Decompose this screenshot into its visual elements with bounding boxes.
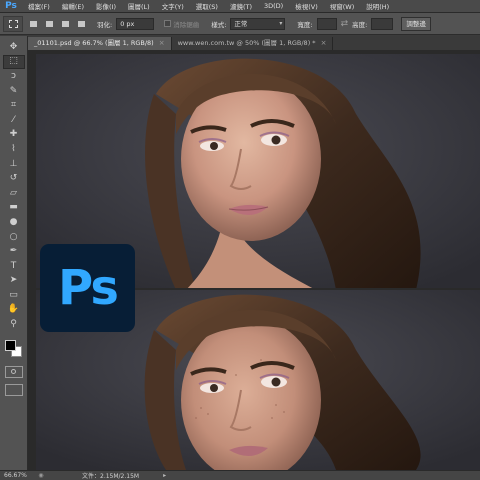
tab-document-1[interactable]: _01101.psd @ 66.7% (圖層 1, RGB/8) × [28,37,172,50]
menu-image[interactable]: 影像(I) [90,1,122,11]
new-selection-icon[interactable] [27,18,39,30]
antialias-checkbox[interactable]: 消除鋸齒 [164,19,199,29]
crop-icon[interactable]: ⌗ [3,98,25,113]
checkbox-icon [164,20,172,27]
menu-edit[interactable]: 編輯(E) [56,1,90,11]
menu-bar: Ps 檔案(F) 編輯(E) 影像(I) 圖層(L) 文字(Y) 選取(S) 濾… [0,0,480,13]
close-icon[interactable]: × [321,37,327,50]
move-icon[interactable]: ✥ [3,40,25,55]
menu-help[interactable]: 說明(H) [360,1,395,11]
tool-preset-picker[interactable] [3,15,23,32]
width-label: 寬度: [297,20,313,29]
feather-input[interactable]: 0 px [116,17,155,30]
marquee-icon[interactable]: ⬚ [2,54,25,70]
stamp-icon[interactable]: ⊥ [3,157,25,172]
chevron-right-icon[interactable]: ▸ [163,472,166,479]
healing-icon[interactable]: ✚ [3,128,25,143]
blur-icon[interactable]: ● [3,215,25,230]
add-selection-icon[interactable] [43,18,55,30]
status-info-icon[interactable]: ◉ [30,472,52,479]
tab-document-2[interactable]: www.wen.com.tw @ 50% (圖層 1, RGB/8) * × [172,37,334,50]
status-bar: 66.67% ◉ 文件：2.15M/2.15M ▸ [0,470,480,480]
zoom-level[interactable]: 66.67% [0,472,30,479]
eyedropper-icon[interactable]: ⁄ [3,113,25,128]
swap-icon[interactable]: ⇄ [341,19,349,29]
screen-mode-icon[interactable] [4,383,23,396]
shape-icon[interactable]: ▭ [3,288,25,303]
close-icon[interactable]: × [159,37,165,50]
type-icon[interactable]: T [3,259,25,274]
app-logo: Ps [5,0,17,11]
lasso-icon[interactable]: ↄ [3,69,25,84]
document-size: 文件：2.15M/2.15M [82,473,140,480]
photoshop-logo-text: Ps [58,260,119,316]
menu-select[interactable]: 選取(S) [190,1,224,11]
subtract-selection-icon[interactable] [59,18,71,30]
menu-view[interactable]: 檢視(V) [289,1,324,11]
photoshop-logo: Ps [40,244,135,332]
tab-label: www.wen.com.tw @ 50% (圖層 1, RGB/8) * [177,39,316,47]
style-select[interactable]: 正常 ▾ [230,17,286,30]
gradient-icon[interactable]: ▬ [3,201,25,216]
antialias-label: 消除鋸齒 [173,20,200,29]
menu-type[interactable]: 文字(Y) [156,1,190,11]
height-label: 高度: [352,20,368,29]
intersect-selection-icon[interactable] [75,18,87,30]
zoom-icon[interactable]: ⚲ [3,317,25,332]
refine-edge-button[interactable]: 調整邊 [401,16,431,31]
tab-label: _01101.psd @ 66.7% (圖層 1, RGB/8) [34,39,154,47]
quick-select-icon[interactable]: ✎ [3,84,25,99]
pen-icon[interactable]: ✒ [3,244,25,259]
height-input[interactable] [371,17,394,30]
color-swatches[interactable] [3,338,25,360]
feather-label: 羽化: [97,20,113,29]
menu-filter[interactable]: 濾鏡(T) [224,1,258,11]
document-tabs: _01101.psd @ 66.7% (圖層 1, RGB/8) × www.w… [28,36,480,50]
quick-mask-icon[interactable] [4,365,23,378]
menu-layer[interactable]: 圖層(L) [122,1,156,11]
style-label: 樣式: [211,20,227,29]
menu-3d[interactable]: 3D(D) [258,2,289,10]
eraser-icon[interactable]: ▱ [3,186,25,201]
menu-window[interactable]: 視窗(W) [324,1,361,11]
brush-icon[interactable]: ⌇ [3,142,25,157]
toolbox: ✥ ⬚ ↄ ✎ ⌗ ⁄ ✚ ⌇ ⊥ ↺ ▱ ▬ ● ○ ✒ T ➤ ▭ ✋ ⚲ [0,36,28,470]
style-value: 正常 [234,19,248,28]
history-brush-icon[interactable]: ↺ [3,171,25,186]
dodge-icon[interactable]: ○ [3,230,25,245]
options-bar: 羽化: 0 px 消除鋸齒 樣式: 正常 ▾ 寬度: ⇄ 高度: 調整邊 [0,13,480,35]
hand-icon[interactable]: ✋ [3,303,25,318]
marquee-icon [8,19,18,28]
foreground-color-swatch[interactable] [4,339,16,351]
chevron-down-icon: ▾ [279,19,283,27]
path-select-icon[interactable]: ➤ [3,274,25,289]
menu-file[interactable]: 檔案(F) [22,1,56,11]
width-input[interactable] [316,17,337,30]
